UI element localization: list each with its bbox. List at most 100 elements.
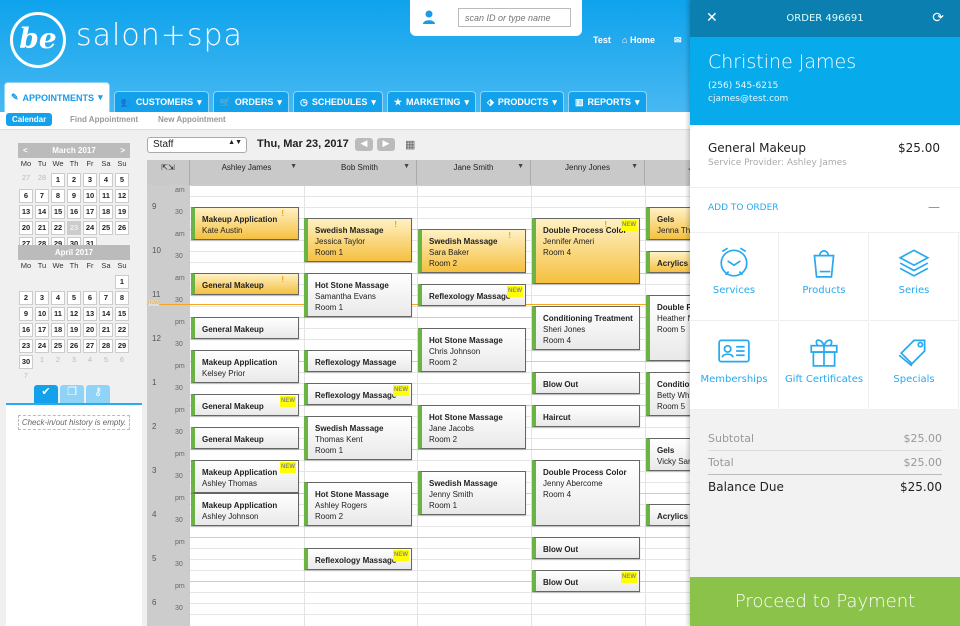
appointment[interactable]: Makeup Application Kelsey Prior	[191, 350, 299, 383]
appointment[interactable]: Double Process Color Jenny Abercome Room 4	[532, 460, 640, 526]
appointment[interactable]: Makeup Application Ashley Johnson	[191, 493, 299, 526]
category-gift-certificates[interactable]: Gift Certificates	[780, 322, 869, 410]
check-in-icon[interactable]: ✔	[34, 385, 58, 403]
day-16[interactable]: 16	[19, 323, 33, 337]
day-22[interactable]: 22	[115, 323, 129, 337]
appointment[interactable]: Hot Stone Massage Samantha Evans Room 1	[304, 273, 412, 317]
prev-day-button[interactable]: ◀	[355, 138, 373, 151]
day-29[interactable]: 29	[115, 339, 129, 353]
order-item[interactable]: General Makeup $25.00 Service Provider: …	[690, 125, 960, 188]
day-13[interactable]: 13	[19, 205, 33, 219]
day-20[interactable]: 20	[19, 221, 33, 235]
day-23[interactable]: 23	[67, 221, 81, 235]
home-link[interactable]: ⌂ Home	[622, 35, 655, 45]
customer-email[interactable]: cjames@test.com	[708, 94, 942, 104]
appointment[interactable]: Acrylics	[646, 504, 690, 526]
day-15[interactable]: 15	[115, 307, 129, 321]
copy-icon[interactable]: ❐	[60, 385, 84, 403]
staff-header[interactable]: Ashley James ▼	[190, 160, 304, 185]
day-6[interactable]: 6	[83, 291, 97, 305]
day-7[interactable]: 7	[35, 189, 49, 203]
day-1[interactable]: 1	[51, 173, 65, 187]
staff-header[interactable]: Bob Smith ▼	[303, 160, 417, 185]
day-20[interactable]: 20	[83, 323, 97, 337]
appointment[interactable]: Gels Jenna Th	[646, 207, 690, 240]
category-specials[interactable]: Specials	[870, 322, 959, 410]
tab-products[interactable]: ⬗ PRODUCTS ▾	[479, 91, 564, 112]
appointment[interactable]: Conditioning Treatment Sheri Jones Room 4	[532, 306, 640, 350]
day-27[interactable]: 27	[83, 339, 97, 353]
prev-month-icon[interactable]: <	[23, 143, 28, 158]
day-25[interactable]: 25	[51, 339, 65, 353]
next-day-button[interactable]: ▶	[377, 138, 395, 151]
day-25[interactable]: 25	[99, 221, 113, 235]
proceed-to-payment-button[interactable]: Proceed to Payment	[690, 577, 960, 626]
tab-orders[interactable]: 🛒 ORDERS ▾	[212, 91, 289, 112]
appointment[interactable]: General Makeup NEW	[191, 394, 299, 416]
calendar-grid-icon[interactable]: ▦	[405, 138, 415, 151]
day-8[interactable]: 8	[51, 189, 65, 203]
day-22[interactable]: 22	[51, 221, 65, 235]
day-10[interactable]: 10	[83, 189, 97, 203]
day-3[interactable]: 3	[35, 291, 49, 305]
tab-find-appointment[interactable]: Find Appointment	[70, 115, 138, 124]
day-19[interactable]: 19	[67, 323, 81, 337]
day-5[interactable]: 5	[115, 173, 129, 187]
appointment[interactable]: Hot Stone Massage Jane Jacobs Room 2	[418, 405, 526, 449]
staff-header[interactable]: Jane Smith ▼	[417, 160, 531, 185]
day-26[interactable]: 26	[67, 339, 81, 353]
refresh-icon[interactable]: ⟳	[932, 0, 944, 37]
next-month-icon[interactable]: >	[120, 143, 125, 158]
appointment[interactable]: Condition Betty Whi Room 5	[646, 372, 690, 416]
category-series[interactable]: Series	[870, 233, 959, 321]
appointment[interactable]: Swedish Massage Sara Baker Room 2!	[418, 229, 526, 273]
day-15[interactable]: 15	[51, 205, 65, 219]
appointment[interactable]: Hot Stone Massage Ashley Rogers Room 2	[304, 482, 412, 526]
day-17[interactable]: 17	[83, 205, 97, 219]
appointment[interactable]: General Makeup	[191, 317, 299, 339]
tab-calendar[interactable]: Calendar	[6, 113, 53, 126]
day-2[interactable]: 2	[67, 173, 81, 187]
day-16[interactable]: 16	[67, 205, 81, 219]
appointment[interactable]: Reflexology Massage NEW	[418, 284, 526, 306]
appointment[interactable]: Blow Out NEW	[532, 570, 640, 592]
day-23[interactable]: 23	[19, 339, 33, 353]
category-memberships[interactable]: Memberships	[690, 322, 779, 410]
appointment[interactable]: Acrylics	[646, 251, 690, 273]
appointment[interactable]: Swedish Massage Jenny Smith Room 1	[418, 471, 526, 515]
appointment[interactable]: Reflexology Massage NEW	[304, 383, 412, 405]
appointment[interactable]: Haircut	[532, 405, 640, 427]
day-5[interactable]: 5	[67, 291, 81, 305]
tab-marketing[interactable]: ★ MARKETING ▾	[386, 91, 476, 112]
staff-header[interactable]: Jenny Jones ▼	[531, 160, 645, 185]
tab-appointments[interactable]: ✎ APPOINTMENTS ▾	[4, 82, 110, 112]
user-link[interactable]: Test	[593, 35, 611, 45]
appointment[interactable]: Reflexology Massage NEW	[304, 548, 412, 570]
day-8[interactable]: 8	[115, 291, 129, 305]
appointment[interactable]: Reflexology Massage	[304, 350, 412, 372]
appointment[interactable]: Makeup Application Kate Austin!	[191, 207, 299, 240]
category-services[interactable]: Services	[690, 233, 779, 321]
day-11[interactable]: 11	[99, 189, 113, 203]
tab-customers[interactable]: 👥 CUSTOMERS ▾	[113, 91, 209, 112]
day-19[interactable]: 19	[115, 205, 129, 219]
day-12[interactable]: 12	[115, 189, 129, 203]
day-10[interactable]: 10	[35, 307, 49, 321]
day-18[interactable]: 18	[99, 205, 113, 219]
day-21[interactable]: 21	[99, 323, 113, 337]
day-6[interactable]: 6	[19, 189, 33, 203]
tab-new-appointment[interactable]: New Appointment	[158, 115, 226, 124]
appointment[interactable]: Swedish Massage Jessica Taylor Room 1!	[304, 218, 412, 262]
day-24[interactable]: 24	[83, 221, 97, 235]
category-products[interactable]: Products	[780, 233, 869, 321]
day-9[interactable]: 9	[67, 189, 81, 203]
appointment[interactable]: Blow Out	[532, 372, 640, 394]
appointment[interactable]: Blow Out	[532, 537, 640, 559]
appointment[interactable]: Makeup Application Ashley Thomas NEW	[191, 460, 299, 493]
appointment[interactable]: Swedish Massage Thomas Kent Room 1	[304, 416, 412, 460]
appointment[interactable]: Hot Stone Massage Chris Johnson Room 2	[418, 328, 526, 372]
appointment[interactable]: General Makeup	[191, 427, 299, 449]
day-7[interactable]: 7	[99, 291, 113, 305]
scan-input[interactable]	[458, 8, 571, 27]
appointment[interactable]: Double Process Color Jennifer Ameri Room 4…	[532, 218, 640, 284]
